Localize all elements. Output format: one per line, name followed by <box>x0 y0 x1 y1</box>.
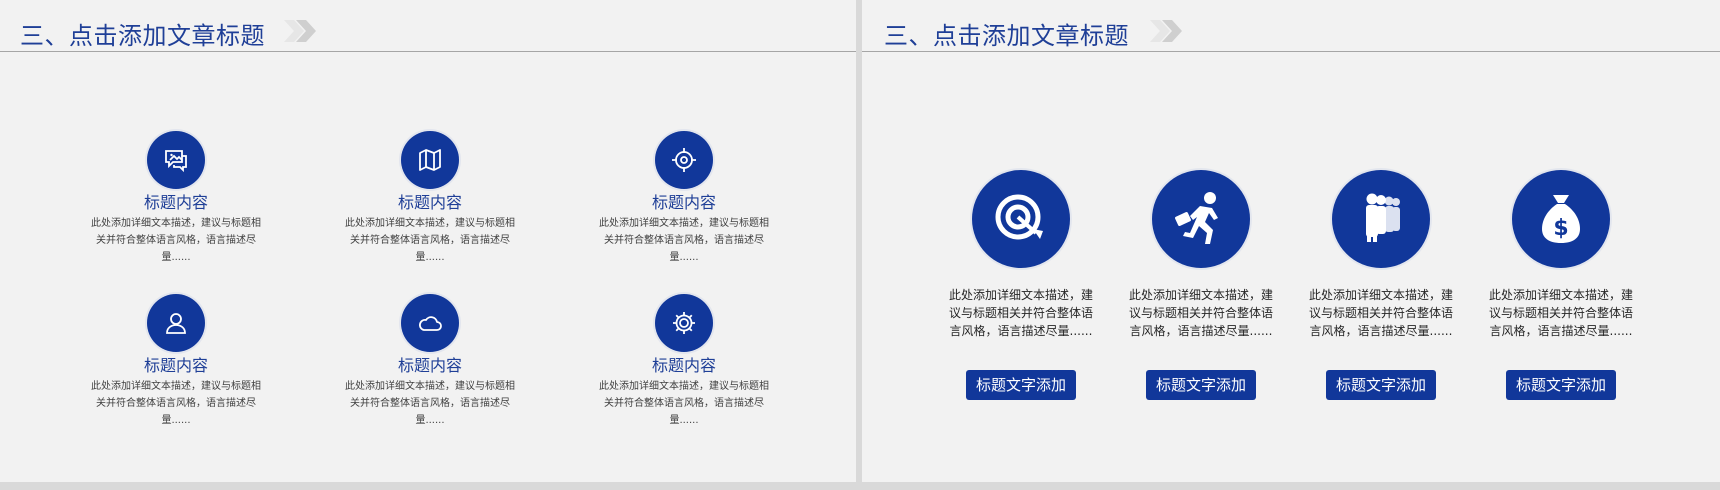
slide-right: 三、点击添加文章标题 此处添加详细文本描述，建议与标题相关并符合整体语言风格，语… <box>862 0 1720 482</box>
svg-text:$: $ <box>1553 216 1568 241</box>
slide-title: 三、点击添加文章标题 <box>884 22 1129 50</box>
slide-left: 三、点击添加文章标题 标题内容 此处添加详细文本描述，建议与标题相关并符合整体语… <box>0 0 856 482</box>
item-description: 此处添加详细文本描述，建议与标题相关并符合整体语言风格，语言描述尽量...... <box>91 381 261 426</box>
title-add-button[interactable]: 标题文字添加 <box>1325 370 1436 400</box>
chevrons-decoration-icon <box>284 20 316 42</box>
target-scope-icon <box>655 131 713 189</box>
chat-image-icon <box>147 131 205 189</box>
item-description: 此处添加详细文本描述，建议与标题相关并符合整体语言风格，语言描述尽量...... <box>599 381 769 426</box>
title-add-button[interactable]: 标题文字添加 <box>965 370 1076 400</box>
item-title: 标题内容 <box>651 193 716 212</box>
item-title: 标题内容 <box>143 356 208 375</box>
item-description: 此处添加详细文本描述，建议与标题相关并符合整体语言风格，语言描述尽量...... <box>91 218 261 263</box>
feature-card: 此处添加详细文本描述，建议与标题相关并符合整体语言风格，语言描述尽量......… <box>948 170 1094 400</box>
card-description: 此处添加详细文本描述，建议与标题相关并符合整体语言风格，语言描述尽量...... <box>1488 288 1633 338</box>
feature-item: 标题内容 此处添加详细文本描述，建议与标题相关并符合整体语言风格，语言描述尽量.… <box>340 294 520 429</box>
item-title: 标题内容 <box>397 356 462 375</box>
feature-item: 标题内容 此处添加详细文本描述，建议与标题相关并符合整体语言风格，语言描述尽量.… <box>340 131 520 266</box>
item-title: 标题内容 <box>651 356 716 375</box>
feature-item: 标题内容 此处添加详细文本描述，建议与标题相关并符合整体语言风格，语言描述尽量.… <box>594 294 774 429</box>
running-man-briefcase-icon <box>1152 170 1250 268</box>
header-divider <box>0 51 856 52</box>
feature-card: 此处添加详细文本描述，建议与标题相关并符合整体语言风格，语言描述尽量......… <box>1128 170 1274 400</box>
feature-item: 标题内容 此处添加详细文本描述，建议与标题相关并符合整体语言风格，语言描述尽量.… <box>594 131 774 266</box>
team-people-icon <box>1332 170 1430 268</box>
money-bag-icon: $ <box>1512 170 1610 268</box>
target-arrow-icon <box>972 170 1070 268</box>
feature-item: 标题内容 此处添加详细文本描述，建议与标题相关并符合整体语言风格，语言描述尽量.… <box>86 294 266 429</box>
card-description: 此处添加详细文本描述，建议与标题相关并符合整体语言风格，语言描述尽量...... <box>1308 288 1453 338</box>
title-add-button[interactable]: 标题文字添加 <box>1505 370 1616 400</box>
item-description: 此处添加详细文本描述，建议与标题相关并符合整体语言风格，语言描述尽量...... <box>345 218 515 263</box>
gear-icon <box>655 294 713 352</box>
item-description: 此处添加详细文本描述，建议与标题相关并符合整体语言风格，语言描述尽量...... <box>599 218 769 263</box>
title-add-button[interactable]: 标题文字添加 <box>1145 370 1256 400</box>
card-description: 此处添加详细文本描述，建议与标题相关并符合整体语言风格，语言描述尽量...... <box>1128 288 1273 338</box>
slide-title: 三、点击添加文章标题 <box>20 22 265 50</box>
item-title: 标题内容 <box>397 193 462 212</box>
cloud-icon <box>401 294 459 352</box>
chevrons-decoration-icon <box>1150 20 1182 42</box>
item-description: 此处添加详细文本描述，建议与标题相关并符合整体语言风格，语言描述尽量...... <box>345 381 515 426</box>
feature-card: $ 此处添加详细文本描述，建议与标题相关并符合整体语言风格，语言描述尽量....… <box>1488 170 1634 400</box>
user-icon <box>147 294 205 352</box>
slide-header: 三、点击添加文章标题 <box>0 0 856 52</box>
slide-header: 三、点击添加文章标题 <box>862 0 1720 52</box>
item-title: 标题内容 <box>143 193 208 212</box>
header-divider <box>862 51 1720 52</box>
feature-card: 此处添加详细文本描述，建议与标题相关并符合整体语言风格，语言描述尽量......… <box>1308 170 1454 400</box>
map-icon <box>401 131 459 189</box>
card-description: 此处添加详细文本描述，建议与标题相关并符合整体语言风格，语言描述尽量...... <box>948 288 1093 338</box>
feature-item: 标题内容 此处添加详细文本描述，建议与标题相关并符合整体语言风格，语言描述尽量.… <box>86 131 266 266</box>
